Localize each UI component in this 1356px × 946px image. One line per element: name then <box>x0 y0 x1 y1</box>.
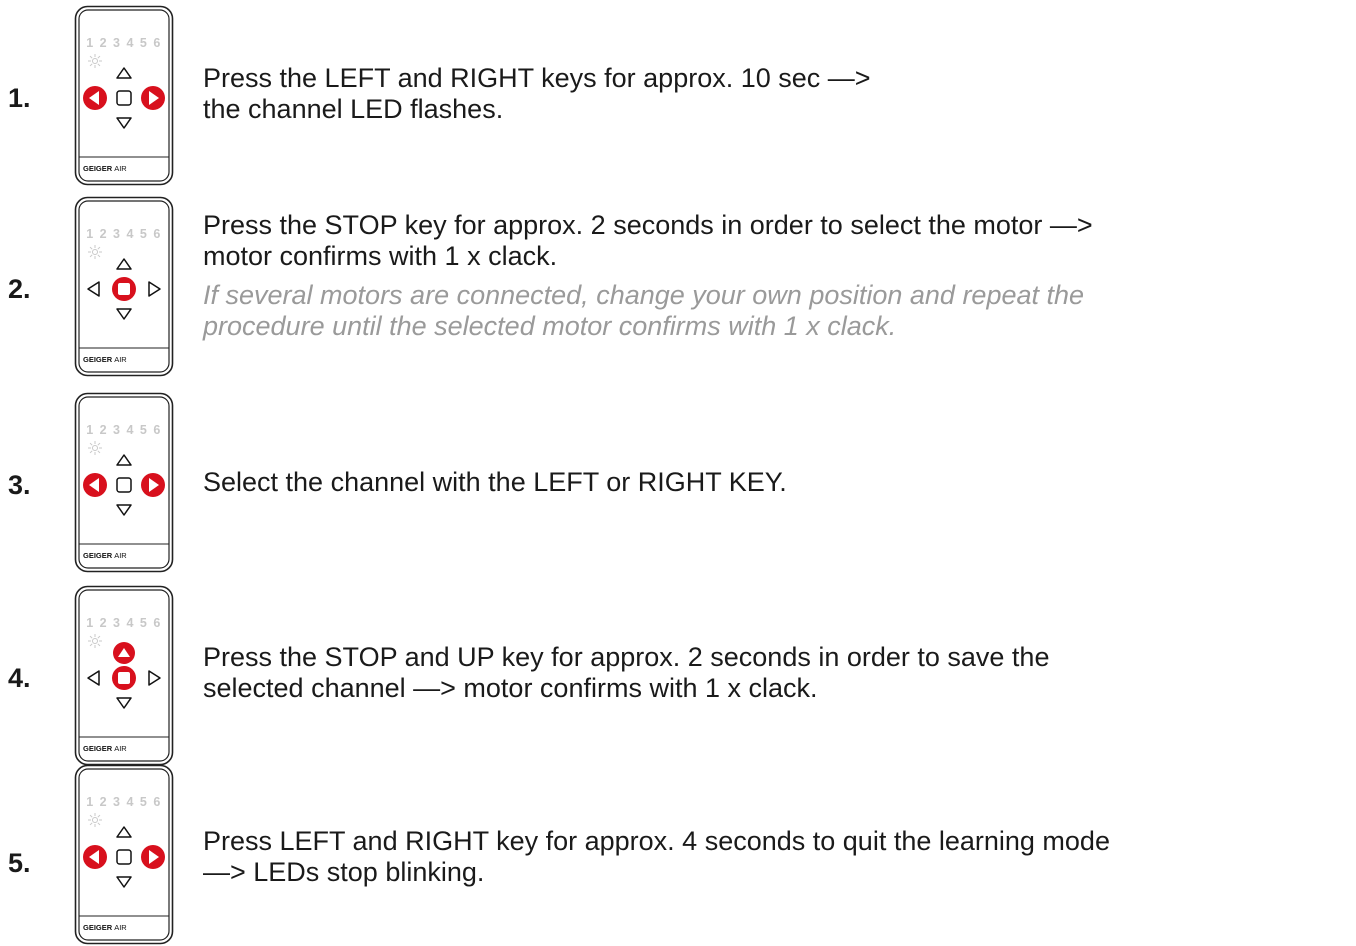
brand-logo: GEIGER AIR <box>83 923 127 932</box>
brand-logo: GEIGER AIR <box>83 744 127 753</box>
remote-illustration: 1 2 3 4 5 6 GEIGER AIR <box>74 764 174 945</box>
step-text: Press the STOP and UP key for approx. 2 … <box>203 642 1336 704</box>
model-name: AIR <box>114 923 127 932</box>
step-text: Press the LEFT and RIGHT keys for approx… <box>203 63 1336 125</box>
step-number: 4. <box>8 663 31 693</box>
instruction-line: Press the STOP and UP key for approx. 2 … <box>203 642 1050 672</box>
brand-name: GEIGER <box>83 164 113 173</box>
brand-logo: GEIGER AIR <box>83 355 127 364</box>
remote-illustration: 1 2 3 4 5 6 GEIGER AIR <box>74 5 174 186</box>
instruction-line: Press the STOP key for approx. 2 seconds… <box>203 210 1093 240</box>
note-line: If several motors are connected, change … <box>203 280 1085 310</box>
instruction-line: Press the LEFT and RIGHT keys for approx… <box>203 63 871 93</box>
channel-numbers: 1 2 3 4 5 6 <box>86 423 162 437</box>
instruction-line: selected channel —> motor confirms with … <box>203 673 818 703</box>
instruction-line: Press LEFT and RIGHT key for approx. 4 s… <box>203 826 1110 856</box>
brand-name: GEIGER <box>83 923 113 932</box>
step-number: 5. <box>8 848 31 878</box>
step-number: 2. <box>8 274 31 304</box>
remote-illustration: 1 2 3 4 5 6 GEIGER AIR <box>74 585 174 766</box>
step-number: 3. <box>8 470 31 500</box>
step-text: Select the channel with the LEFT or RIGH… <box>203 467 1336 498</box>
instruction-line: the channel LED flashes. <box>203 94 504 124</box>
channel-numbers: 1 2 3 4 5 6 <box>86 36 162 50</box>
channel-numbers: 1 2 3 4 5 6 <box>86 795 162 809</box>
model-name: AIR <box>114 164 127 173</box>
step-4: 4. 1 2 3 4 5 6 GEIGER AIR Press the STOP a… <box>0 585 1356 766</box>
stop-square-icon <box>118 283 130 295</box>
step-5: 5. 1 2 3 4 5 6 GEIGER AIR Press LEFT and R… <box>0 764 1356 945</box>
brand-name: GEIGER <box>83 551 113 560</box>
channel-numbers: 1 2 3 4 5 6 <box>86 616 162 630</box>
remote-illustration: 1 2 3 4 5 6 GEIGER AIR <box>74 392 174 573</box>
instruction-line: motor confirms with 1 x clack. <box>203 241 558 271</box>
instruction-line: —> LEDs stop blinking. <box>203 857 485 887</box>
channel-numbers: 1 2 3 4 5 6 <box>86 227 162 241</box>
note-line: procedure until the selected motor confi… <box>203 311 897 341</box>
step-number: 1. <box>8 83 31 113</box>
brand-name: GEIGER <box>83 744 113 753</box>
brand-name: GEIGER <box>83 355 113 364</box>
brand-logo: GEIGER AIR <box>83 164 127 173</box>
step-1: 1. 1 2 3 4 5 6 GEIGER AIR Press the LEFT a… <box>0 5 1356 186</box>
brand-logo: GEIGER AIR <box>83 551 127 560</box>
step-text: Press the STOP key for approx. 2 seconds… <box>203 210 1336 342</box>
step-text: Press LEFT and RIGHT key for approx. 4 s… <box>203 826 1336 888</box>
model-name: AIR <box>114 551 127 560</box>
step-2: 2. 1 2 3 4 5 6 GEIGER AIR Press the STOP k… <box>0 196 1356 377</box>
stop-square-icon <box>118 672 130 684</box>
remote-illustration: 1 2 3 4 5 6 GEIGER AIR <box>74 196 174 377</box>
instruction-line: Select the channel with the LEFT or RIGH… <box>203 467 787 497</box>
model-name: AIR <box>114 744 127 753</box>
step-3: 3. 1 2 3 4 5 6 GEIGER AIR Select the chann… <box>0 392 1356 573</box>
model-name: AIR <box>114 355 127 364</box>
